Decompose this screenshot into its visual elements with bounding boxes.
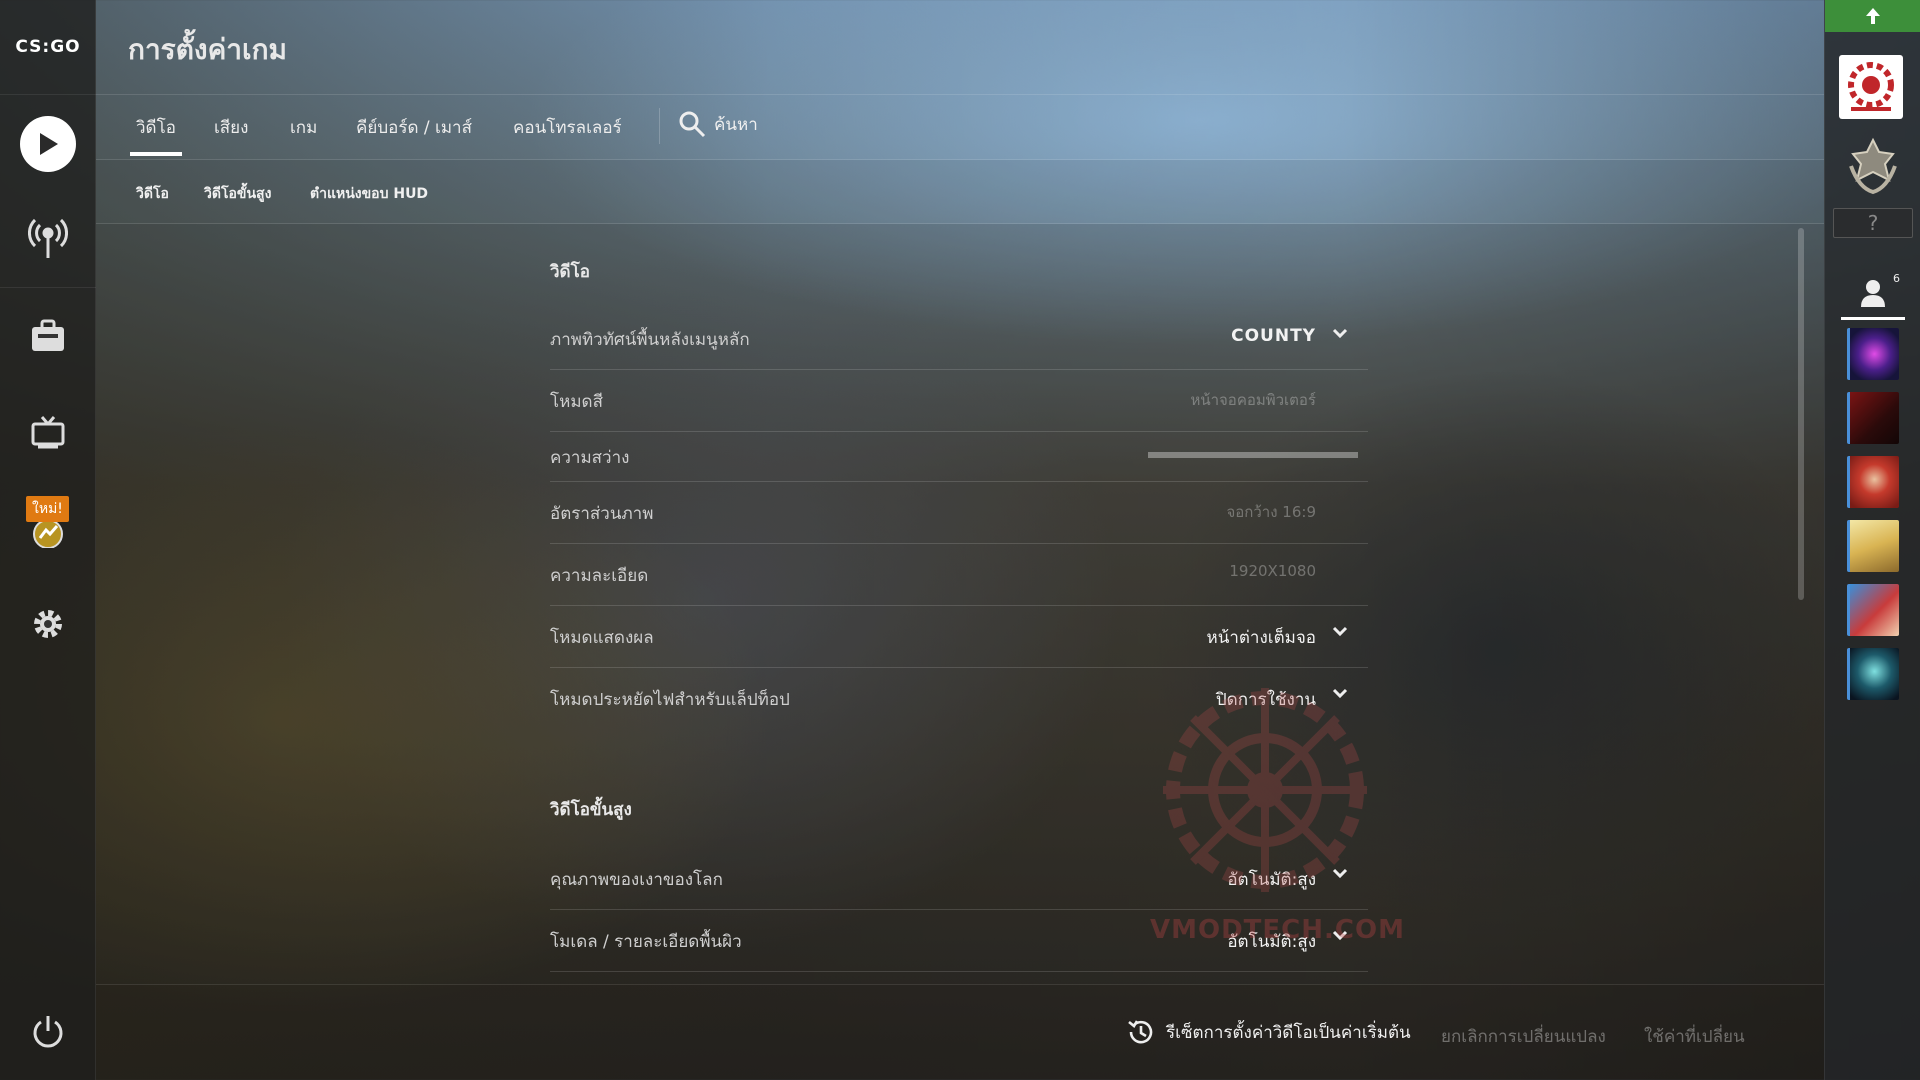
right-sidebar: ? 6 [1824,0,1920,1080]
upload-status[interactable] [1825,0,1920,32]
left-sidebar: CS:GO ใหม่! [0,0,96,1080]
setting-label: โมเดล / รายละเอียดพื้นผิว [550,932,742,952]
friend-avatar[interactable] [1847,456,1899,508]
setting-value: จอกว้าง 16:9 [1226,503,1316,521]
setting-value: 1920X1080 [1229,562,1316,580]
tab-game[interactable]: เกม [290,114,317,156]
setting-label: โหมดแสดงผล [550,628,654,648]
page-title: การตั้งค่าเกม [128,33,288,66]
search-button[interactable]: ค้นหา [678,110,758,138]
watch-tv-icon[interactable] [0,392,96,472]
setting-row-aspect-ratio: อัตราส่วนภาพ จอกว้าง 16:9 [550,482,1368,544]
setting-label: อัตราส่วนภาพ [550,504,654,524]
setting-label: ภาพทิวทัศน์พื้นหลังเมนูหลัก [550,330,750,350]
apply-changes-button[interactable]: ใช้ค่าที่เปลี่ยน [1644,1023,1745,1050]
power-icon[interactable] [0,992,96,1072]
cancel-changes-button[interactable]: ยกเลิกการเปลี่ยนแปลง [1441,1023,1606,1050]
friends-count: 6 [1893,272,1900,285]
setting-row-display-mode[interactable]: โหมดแสดงผล หน้าต่างเต็มจอ [550,606,1368,668]
broadcast-icon[interactable] [0,198,96,278]
section-title-advanced-video: วิดีโอขั้นสูง [550,800,632,820]
setting-value: COUNTY [1231,326,1316,346]
tab-audio[interactable]: เสียง [214,114,248,156]
tab-divider [659,108,660,144]
subtab-hud-edge[interactable]: ตำแหน่งขอบ HUD [310,183,428,205]
brightness-slider [1148,452,1358,458]
inventory-icon[interactable] [0,296,96,376]
friend-avatar[interactable] [1847,392,1899,444]
setting-row-color-mode: โหมดสี หน้าจอคอมพิวเตอร์ [550,370,1368,432]
reset-label: รีเซ็ตการตั้งค่าวิดีโอเป็นค่าเริ่มต้น [1166,1022,1411,1043]
unknown-rank-badge[interactable]: ? [1833,208,1913,238]
subtab-advanced-video[interactable]: วิดีโอขั้นสูง [204,183,271,205]
search-label: ค้นหา [714,114,758,135]
tab-controller[interactable]: คอนโทรลเลอร์ [513,114,622,156]
settings-gear-icon[interactable] [0,584,96,664]
setting-label: โหมดสี [550,392,603,412]
section-title-video: วิดีโอ [550,262,590,282]
setting-row-resolution: ความละเอียด 1920X1080 [550,544,1368,606]
search-icon [679,111,706,138]
chevron-down-icon [1332,626,1348,637]
header: การตั้งค่าเกม [96,0,1824,95]
friends-button[interactable]: 6 [1841,268,1905,320]
tab-keyboard-mouse[interactable]: คีย์บอร์ด / เมาส์ [356,114,472,156]
setting-label: คุณภาพของเงาของโลก [550,870,723,890]
friend-avatar[interactable] [1847,584,1899,636]
watermark-text: VMODTECH.COM [1150,915,1405,945]
play-button[interactable] [0,104,96,184]
setting-row-menu-background[interactable]: ภาพทิวทัศน์พื้นหลังเมนูหลัก COUNTY [550,308,1368,370]
user-icon [1861,279,1885,307]
tab-video[interactable]: วิดีโอ [130,114,182,156]
csgo-logo[interactable]: CS:GO [0,0,96,95]
history-reset-icon [1128,1020,1153,1044]
chevron-down-icon [1332,328,1348,339]
setting-row-brightness: ความสว่าง [550,432,1368,482]
reset-video-defaults-button[interactable]: รีเซ็ตการตั้งค่าวิดีโอเป็นค่าเริ่มต้น [1126,1017,1411,1047]
rank-emblem-icon[interactable] [1845,136,1901,196]
watermark-emblem [1163,688,1367,892]
settings-content: วิดีโอ ภาพทิวทัศน์พื้นหลังเมนูหลัก COUNT… [96,224,1824,984]
sidebar-divider [0,287,96,288]
setting-label: ความละเอียด [550,566,649,586]
friend-avatar[interactable] [1847,520,1899,572]
setting-value: หน้าจอคอมพิวเตอร์ [1190,391,1316,409]
friend-avatar[interactable] [1847,328,1899,380]
play-icon [20,116,76,172]
subtab-video[interactable]: วิดีโอ [136,183,169,205]
footer: รีเซ็ตการตั้งค่าวิดีโอเป็นค่าเริ่มต้น ยก… [96,984,1824,1080]
player-avatar[interactable] [1839,55,1903,119]
arrow-up-icon [1866,8,1880,24]
friend-avatar[interactable] [1847,648,1899,700]
new-badge: ใหม่! [26,496,69,522]
settings-subtabs: วิดีโอ วิดีโอขั้นสูง ตำแหน่งขอบ HUD [96,160,1824,224]
setting-value: หน้าต่างเต็มจอ [1206,628,1317,648]
setting-label: โหมดประหยัดไฟสำหรับแล็ปท็อป [550,690,790,710]
content-scrollbar[interactable] [1798,228,1804,600]
settings-tabs: วิดีโอ เสียง เกม คีย์บอร์ด / เมาส์ คอนโท… [96,96,1824,160]
setting-label: ความสว่าง [550,448,630,468]
